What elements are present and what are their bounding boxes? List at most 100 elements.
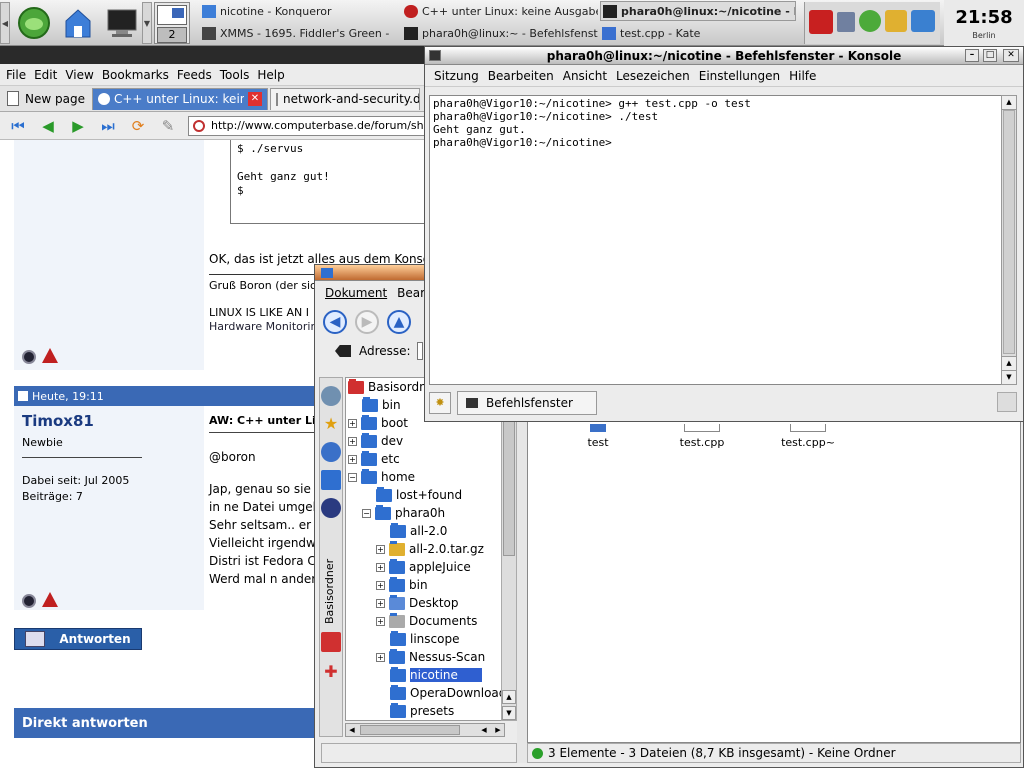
up-icon[interactable]: ▲ bbox=[387, 310, 411, 334]
tree-item-home-bin[interactable]: + bin bbox=[376, 576, 428, 594]
network-panel-icon[interactable] bbox=[321, 498, 341, 518]
task-kate[interactable]: test.cpp - Kate bbox=[600, 23, 796, 43]
file-test-cpp-backup[interactable]: test.cpp~ bbox=[768, 424, 848, 449]
basisordner-panel-tab[interactable]: Basisordner bbox=[323, 546, 343, 636]
close-session-icon[interactable] bbox=[997, 392, 1017, 412]
rewind-icon[interactable]: ⏮ bbox=[6, 115, 30, 137]
tree-item-dev[interactable]: + dev bbox=[348, 432, 403, 450]
root-folder-panel-icon[interactable] bbox=[321, 632, 341, 652]
menu-help[interactable]: Help bbox=[257, 68, 284, 82]
tree-item-nicotine[interactable]: nicotine bbox=[390, 666, 482, 684]
task-konsole-nicotine[interactable]: phara0h@linux:~/nicotine - B bbox=[600, 1, 796, 21]
tree-hscroll-thumb[interactable] bbox=[360, 725, 460, 735]
pager-desktop-1[interactable] bbox=[157, 5, 187, 25]
menu-view[interactable]: View bbox=[65, 68, 93, 82]
menu-hilfe[interactable]: Hilfe bbox=[789, 69, 816, 83]
expand-icon[interactable]: + bbox=[376, 652, 385, 662]
scroll-up-arrow[interactable]: ▲ bbox=[1002, 96, 1016, 110]
expand-icon[interactable]: + bbox=[376, 562, 385, 572]
desktop-pager[interactable]: 2 bbox=[154, 2, 190, 44]
expand-icon[interactable]: + bbox=[348, 436, 357, 446]
konsole-launcher-icon[interactable] bbox=[102, 3, 142, 43]
menu-bearbeiten[interactable]: Bearbeiten bbox=[488, 69, 554, 83]
suse-menu-icon[interactable] bbox=[14, 3, 54, 43]
scroll-left-arrow[interactable]: ◀ bbox=[346, 724, 358, 736]
taskbar-left-arrow[interactable]: ◀ bbox=[0, 2, 10, 44]
history-panel-icon[interactable] bbox=[321, 386, 341, 406]
tree-item-documents[interactable]: + Documents bbox=[376, 612, 477, 630]
wireless-tray-icon[interactable] bbox=[911, 10, 935, 32]
mixer-tray-icon[interactable] bbox=[837, 12, 855, 32]
konsole-titlebar[interactable]: phara0h@linux:~/nicotine - Befehlsfenste… bbox=[425, 47, 1023, 65]
expand-icon[interactable]: + bbox=[348, 454, 357, 464]
menu-lesezeichen[interactable]: Lesezeichen bbox=[616, 69, 690, 83]
collapse-icon[interactable]: − bbox=[362, 508, 371, 518]
services-panel-icon[interactable]: ✚ bbox=[321, 662, 341, 682]
tree-item-operadownloads[interactable]: OperaDownloads bbox=[390, 684, 513, 702]
tree-item-public-html[interactable]: public_html bbox=[390, 720, 479, 721]
tree-item-desktop[interactable]: + Desktop bbox=[376, 594, 459, 612]
new-session-icon[interactable]: ✸ bbox=[429, 392, 451, 414]
menu-sitzung[interactable]: Sitzung bbox=[434, 69, 479, 83]
reply-button[interactable]: Antworten bbox=[14, 628, 142, 650]
forward-icon[interactable]: ▶ bbox=[355, 310, 379, 334]
forward-icon[interactable]: ▶ bbox=[66, 115, 90, 137]
pager-desktop-2[interactable]: 2 bbox=[157, 27, 187, 43]
menu-file[interactable]: File bbox=[6, 68, 26, 82]
tree-item-presets[interactable]: presets bbox=[390, 702, 454, 720]
expand-icon[interactable]: + bbox=[376, 616, 385, 626]
url-field[interactable]: http://www.computerbase.de/forum/sh bbox=[188, 115, 425, 136]
tree-item-applejuice[interactable]: + appleJuice bbox=[376, 558, 471, 576]
scroll-left-arrow-2[interactable]: ◀ bbox=[478, 724, 490, 736]
fast-forward-icon[interactable]: ⏭ bbox=[96, 115, 120, 137]
reload-icon[interactable]: ⟳ bbox=[126, 115, 150, 137]
menu-edit[interactable]: Edit bbox=[34, 68, 57, 82]
home-folder-icon[interactable] bbox=[58, 3, 98, 43]
tree-item-lost-found[interactable]: lost+found bbox=[376, 486, 462, 504]
tree-item-home[interactable]: − home bbox=[348, 468, 415, 486]
tree-horizontal-scrollbar[interactable]: ◀ ◀ ▶ bbox=[345, 723, 505, 737]
task-xmms[interactable]: XMMS - 1695. Fiddler's Green - bbox=[200, 23, 396, 43]
maximize-button[interactable]: □ bbox=[983, 49, 997, 62]
tree-item-phara0h[interactable]: − phara0h bbox=[362, 504, 445, 522]
taskbar-left-arrow-2[interactable]: ▼ bbox=[142, 2, 152, 44]
task-konqueror[interactable]: nicotine - Konqueror bbox=[200, 1, 396, 21]
terminal-scroll-thumb[interactable] bbox=[1003, 110, 1015, 354]
tab-befehlsfenster[interactable]: Befehlsfenster bbox=[457, 391, 597, 415]
close-tab-icon[interactable]: ✕ bbox=[248, 92, 262, 106]
collapse-icon[interactable]: − bbox=[348, 472, 357, 482]
tree-item-bin[interactable]: bin bbox=[362, 396, 401, 414]
tree-vertical-scrollbar[interactable]: ▲ ▼ bbox=[501, 377, 517, 721]
network-tray-icon[interactable] bbox=[809, 10, 833, 34]
close-button[interactable]: ✕ bbox=[1003, 49, 1019, 62]
tab-forum-thread[interactable]: C++ unter Linux: kein... ✕ bbox=[92, 87, 268, 110]
scroll-down-arrow[interactable]: ▼ bbox=[502, 706, 516, 720]
tree-item-all-2-0[interactable]: all-2.0 bbox=[390, 522, 447, 540]
klipper-tray-icon[interactable] bbox=[885, 10, 907, 32]
expand-icon[interactable]: + bbox=[376, 580, 385, 590]
tree-item-linscope[interactable]: linscope bbox=[390, 630, 459, 648]
tree-item-all-2-0-tar-gz[interactable]: + all-2.0.tar.gz bbox=[376, 540, 484, 558]
tree-item-boot[interactable]: + boot bbox=[348, 414, 408, 432]
scroll-down-arrow[interactable]: ▼ bbox=[1002, 370, 1016, 384]
home-panel-icon[interactable] bbox=[321, 470, 341, 490]
tab-new-page[interactable]: New page bbox=[2, 88, 90, 110]
scroll-up-arrow-2[interactable]: ▲ bbox=[1002, 356, 1016, 370]
panel-splitter[interactable] bbox=[517, 377, 527, 763]
minimize-button[interactable]: – bbox=[965, 49, 979, 62]
menu-einstellungen[interactable]: Einstellungen bbox=[699, 69, 780, 83]
report-icon[interactable] bbox=[42, 348, 58, 363]
tree-item-etc[interactable]: + etc bbox=[348, 450, 400, 468]
back-icon[interactable]: ◀ bbox=[323, 310, 347, 334]
file-test-cpp[interactable]: test.cpp bbox=[662, 424, 742, 449]
expand-icon[interactable]: + bbox=[376, 598, 385, 608]
post2-username[interactable]: Timox81 bbox=[22, 412, 196, 430]
back-icon[interactable]: ◀ bbox=[36, 115, 60, 137]
clear-address-icon[interactable] bbox=[335, 345, 351, 357]
tab-network-security[interactable]: network-and-security.d... bbox=[270, 87, 420, 110]
menu-tools[interactable]: Tools bbox=[220, 68, 250, 82]
expand-icon[interactable]: + bbox=[348, 418, 357, 428]
file-test[interactable]: test bbox=[558, 424, 638, 449]
menu-bookmarks[interactable]: Bookmarks bbox=[102, 68, 169, 82]
terminal-scrollbar[interactable]: ▲ ▲ ▼ bbox=[1001, 95, 1017, 385]
